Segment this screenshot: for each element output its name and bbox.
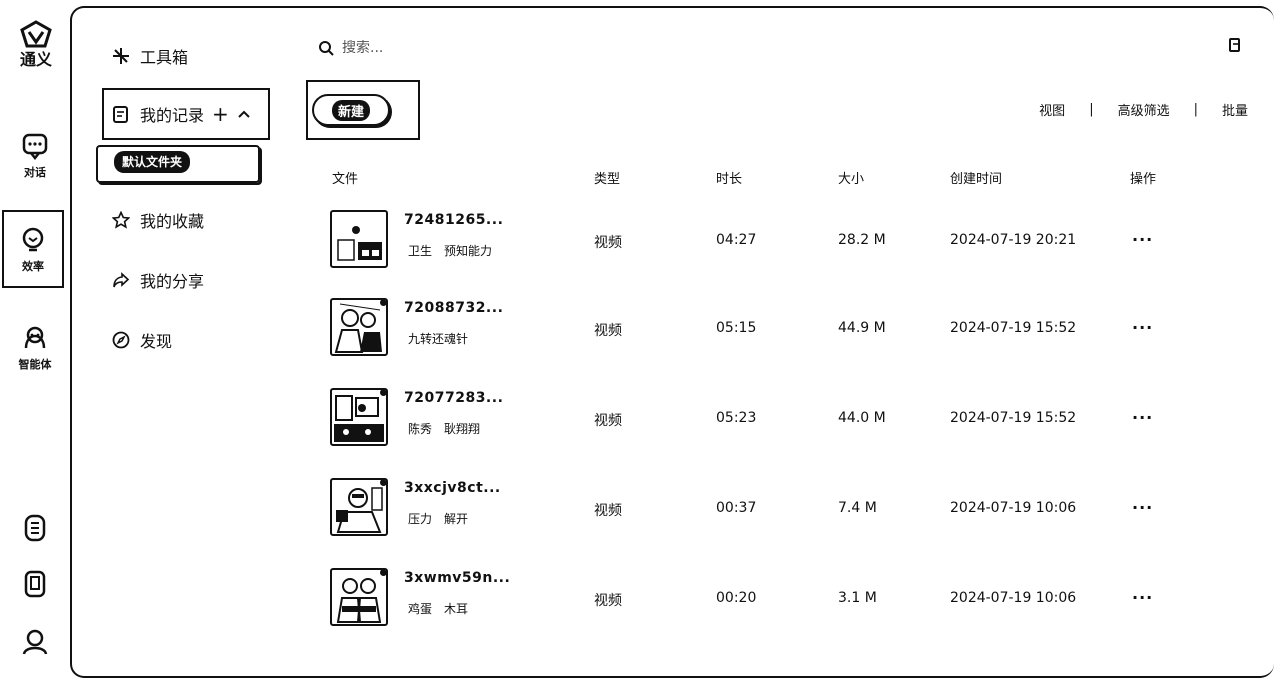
toolbox-icon <box>113 48 129 64</box>
file-tags: 压力 解开 <box>408 510 468 527</box>
cell-duration: 05:23 <box>716 410 757 426</box>
cell-duration: 05:15 <box>716 320 757 336</box>
header-duration: 时长 <box>716 172 743 187</box>
video-thumbnail[interactable] <box>330 568 388 626</box>
tag[interactable]: 木耳 <box>444 600 468 617</box>
file-tags: 九转还魂针 <box>408 330 468 347</box>
cell-size: 44.0 M <box>838 410 886 426</box>
search-icon <box>319 41 334 56</box>
cell-size: 7.4 M <box>838 500 877 516</box>
table-row[interactable]: 72481265... 卫生 预知能力 视频 04:27 28.2 M 2024… <box>0 210 1280 274</box>
video-thumbnail[interactable] <box>330 210 388 268</box>
header-created: 创建时间 <box>950 172 1003 187</box>
cell-created: 2024-07-19 20:21 <box>950 232 1077 248</box>
add-record-button[interactable]: + <box>212 104 229 124</box>
thumbnail-image <box>336 578 382 623</box>
user-icon <box>22 629 48 655</box>
thumbnail-image <box>334 395 384 442</box>
status-dot <box>380 570 386 576</box>
advanced-filter-button[interactable]: 高级筛选 <box>1118 100 1170 119</box>
cell-size: 28.2 M <box>838 232 886 248</box>
search-input[interactable] <box>342 40 542 56</box>
cell-type: 视频 <box>594 235 622 251</box>
file-tags: 陈秀 耿翔翔 <box>408 420 480 437</box>
cell-duration: 00:20 <box>716 590 757 606</box>
tag[interactable]: 压力 <box>408 510 432 527</box>
rail-user[interactable] <box>0 628 70 656</box>
tag[interactable]: 鸡蛋 <box>408 600 432 617</box>
cell-type: 视频 <box>594 593 622 609</box>
tag[interactable]: 解开 <box>444 510 468 527</box>
file-tags: 卫生 预知能力 <box>408 242 492 259</box>
status-dot <box>380 390 386 396</box>
status-dot <box>380 300 386 306</box>
logo-icon <box>20 20 52 48</box>
toolbar: 视图 | 高级筛选 | 批量 <box>1039 100 1248 119</box>
cell-type: 视频 <box>594 323 622 339</box>
logo-text: 通义 <box>19 50 52 69</box>
more-options-button[interactable]: ··· <box>1132 230 1153 249</box>
thumbnail-image <box>336 487 383 533</box>
table-row[interactable]: 72088732... 九转还魂针 视频 05:15 44.9 M 2024-0… <box>0 298 1280 362</box>
nav-toolbox-label: 工具箱 <box>140 48 189 67</box>
header-file: 文件 <box>332 172 359 187</box>
status-dot <box>380 480 386 486</box>
more-options-button[interactable]: ··· <box>1132 318 1153 337</box>
batch-button[interactable]: 批量 <box>1222 100 1248 119</box>
chat-icon <box>22 133 48 160</box>
video-thumbnail[interactable] <box>330 478 388 536</box>
header-ops: 操作 <box>1130 172 1157 187</box>
cell-size: 3.1 M <box>838 590 877 606</box>
file-tags: 鸡蛋 木耳 <box>408 600 468 617</box>
table-header: 文件 类型 时长 大小 创建时间 操作 <box>0 168 1280 188</box>
video-thumbnail[interactable] <box>330 298 388 356</box>
file-name[interactable]: 72088732... <box>404 300 503 316</box>
thumbnail-image <box>337 226 382 261</box>
more-options-button[interactable]: ··· <box>1132 408 1153 427</box>
search-bar <box>318 40 542 56</box>
nav-records[interactable]: 我的记录 + <box>112 102 261 126</box>
file-name[interactable]: 72077283... <box>404 390 503 406</box>
new-button-label: 新建 <box>331 99 370 121</box>
chevron-up-icon[interactable] <box>237 109 251 119</box>
view-button[interactable]: 视图 <box>1039 100 1065 119</box>
header-size: 大小 <box>838 172 865 187</box>
new-button[interactable]: 新建 <box>312 94 390 126</box>
tag[interactable]: 九转还魂针 <box>408 330 468 347</box>
thumbnail-image <box>334 303 382 353</box>
cell-duration: 00:37 <box>716 500 757 516</box>
toolbar-separator: | <box>1089 102 1094 117</box>
notes-icon <box>113 106 128 123</box>
header-type: 类型 <box>594 172 621 187</box>
toolbar-separator: | <box>1193 102 1198 117</box>
cell-created: 2024-07-19 15:52 <box>950 320 1077 336</box>
more-options-button[interactable]: ··· <box>1132 588 1153 607</box>
nav-records-label: 我的记录 <box>140 106 205 125</box>
video-thumbnail[interactable] <box>330 388 388 446</box>
cell-size: 44.9 M <box>838 320 886 336</box>
cell-type: 视频 <box>594 413 622 429</box>
cell-duration: 04:27 <box>716 232 757 248</box>
table-row[interactable]: 72077283... 陈秀 耿翔翔 视频 05:23 44.0 M 2024-… <box>0 388 1280 452</box>
app-logo[interactable]: 通义 <box>14 20 58 74</box>
table-row[interactable]: 3xxcjv8ct... 压力 解开 视频 00:37 7.4 M 2024-0… <box>0 478 1280 542</box>
tag[interactable]: 预知能力 <box>444 242 492 259</box>
cell-created: 2024-07-19 15:52 <box>950 410 1077 426</box>
tag[interactable]: 卫生 <box>408 242 432 259</box>
file-name[interactable]: 3xxcjv8ct... <box>404 480 501 496</box>
tag[interactable]: 陈秀 <box>408 420 432 437</box>
cell-type: 视频 <box>594 503 622 519</box>
file-name[interactable]: 72481265... <box>404 212 503 228</box>
file-export-icon[interactable] <box>1228 38 1242 52</box>
cell-created: 2024-07-19 10:06 <box>950 500 1077 516</box>
more-options-button[interactable]: ··· <box>1132 498 1153 517</box>
file-name[interactable]: 3xwmv59n... <box>404 570 510 586</box>
table-row[interactable]: 3xwmv59n... 鸡蛋 木耳 视频 00:20 3.1 M 2024-07… <box>0 568 1280 632</box>
cell-created: 2024-07-19 10:06 <box>950 590 1077 606</box>
nav-toolbox[interactable]: 工具箱 <box>112 44 188 68</box>
tag[interactable]: 耿翔翔 <box>444 420 480 437</box>
